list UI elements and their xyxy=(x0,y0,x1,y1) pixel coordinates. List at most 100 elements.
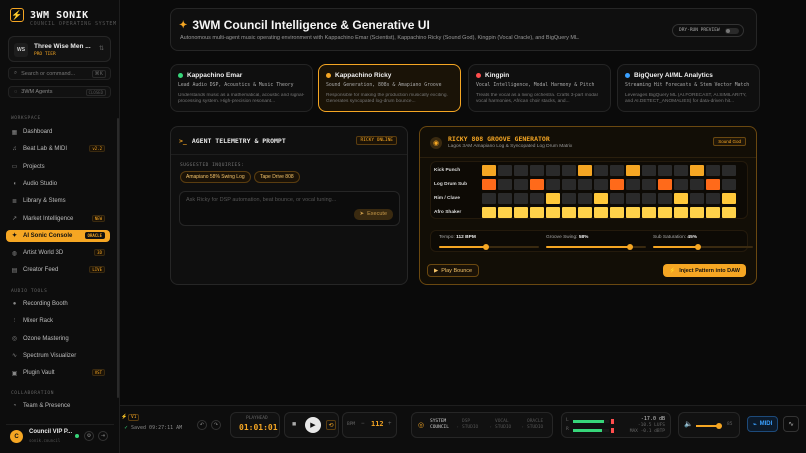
stop-icon[interactable]: ■ xyxy=(292,421,296,428)
step-pad[interactable] xyxy=(562,179,576,190)
step-pad[interactable] xyxy=(610,165,624,176)
step-pad[interactable] xyxy=(482,193,496,204)
step-pad[interactable] xyxy=(498,207,512,218)
step-pad[interactable] xyxy=(610,179,624,190)
agent-card-kingpin[interactable]: Kingpin Vocal Intelligence, Modal Harmon… xyxy=(468,64,611,112)
step-pad[interactable] xyxy=(690,207,704,218)
step-pad[interactable] xyxy=(514,193,528,204)
step-pad[interactable] xyxy=(578,165,592,176)
step-pad[interactable] xyxy=(514,165,528,176)
settings-icon[interactable]: ⚙ xyxy=(84,431,94,441)
sidebar-item-ozone-mastering[interactable]: ◎ Ozone Mastering xyxy=(6,333,110,345)
step-pad[interactable] xyxy=(610,207,624,218)
sidebar-scrollbar[interactable] xyxy=(117,118,119,398)
step-pad[interactable] xyxy=(658,179,672,190)
logout-icon[interactable]: ⇥ xyxy=(98,431,108,441)
param-slider[interactable] xyxy=(439,244,539,250)
step-pad[interactable] xyxy=(498,193,512,204)
step-pad[interactable] xyxy=(546,165,560,176)
pulse-icon[interactable]: ∿ xyxy=(783,416,799,432)
step-pad[interactable] xyxy=(578,193,592,204)
sidebar-item-dashboard[interactable]: ▦ Dashboard xyxy=(6,126,110,138)
step-pad[interactable] xyxy=(562,193,576,204)
step-pad[interactable] xyxy=(674,193,688,204)
step-pad[interactable] xyxy=(562,165,576,176)
step-pad[interactable] xyxy=(706,179,720,190)
step-pad[interactable] xyxy=(722,193,736,204)
sidebar-item-artist-world-3d[interactable]: ◍ Artist World 3D 3D xyxy=(6,247,110,259)
sidebar-item-recording-booth[interactable]: ● Recording Booth xyxy=(6,298,110,310)
step-pad[interactable] xyxy=(578,207,592,218)
step-pad[interactable] xyxy=(546,207,560,218)
step-pad[interactable] xyxy=(642,207,656,218)
execute-button[interactable]: ➤ Execute xyxy=(353,209,393,220)
step-pad[interactable] xyxy=(562,207,576,218)
agent-card-kappachino-ricky[interactable]: Kappachino Ricky Sound Generation, 808s … xyxy=(318,64,461,112)
step-pad[interactable] xyxy=(578,179,592,190)
prompt-input[interactable]: Ask Ricky for DSP automation, beat bounc… xyxy=(179,191,400,226)
sidebar-item-creator-feed[interactable]: ▤ Creator Feed LIVE xyxy=(6,264,110,276)
sidebar-item-ai-sonic-console[interactable]: ✦ AI Sonic Console ORACLE xyxy=(6,229,110,242)
volume-slider[interactable] xyxy=(696,423,722,429)
inject-pattern-button[interactable]: ⚡ Inject Pattern into DAW xyxy=(663,264,746,277)
agents-toggle[interactable]: ◌ 3WM Agents CLOSED xyxy=(8,86,111,98)
step-pad[interactable] xyxy=(482,165,496,176)
brand[interactable]: ⚡ 3WM SONIK xyxy=(10,8,89,22)
redo-icon[interactable]: ↷ xyxy=(211,420,221,430)
agent-card-kappachino-emar[interactable]: Kappachino Emar Lead Audio DSP, Acoustic… xyxy=(170,64,313,112)
step-pad[interactable] xyxy=(722,179,736,190)
volume-icon[interactable]: 🔈 xyxy=(684,420,693,428)
step-pad[interactable] xyxy=(706,165,720,176)
suggestion-chip-swing[interactable]: Amapiano 58% Swing Log xyxy=(180,171,251,183)
step-pad[interactable] xyxy=(690,165,704,176)
agent-card-bigquery-ai-ml-analytics[interactable]: BigQuery AI/ML Analytics Streaming Hit F… xyxy=(617,64,760,112)
midi-button[interactable]: ⌁ MIDI xyxy=(747,416,779,432)
step-pad[interactable] xyxy=(690,193,704,204)
step-pad[interactable] xyxy=(674,207,688,218)
play-icon[interactable]: ▶ xyxy=(305,417,321,433)
step-pad[interactable] xyxy=(594,193,608,204)
step-pad[interactable] xyxy=(594,207,608,218)
sidebar-item-audio-studio[interactable]: ◖ Audio Studio xyxy=(6,178,110,190)
sidebar-item-projects[interactable]: ▭ Projects xyxy=(6,161,110,173)
param-slider[interactable] xyxy=(653,244,753,250)
step-pad[interactable] xyxy=(658,193,672,204)
step-pad[interactable] xyxy=(706,193,720,204)
param-slider-knob[interactable] xyxy=(695,244,701,250)
step-pad[interactable] xyxy=(642,193,656,204)
step-pad[interactable] xyxy=(642,165,656,176)
sidebar-item-mixer-rack[interactable]: ⫶ Mixer Rack xyxy=(6,315,110,327)
step-pad[interactable] xyxy=(530,179,544,190)
sidebar-item-spectrum-visualizer[interactable]: ∿ Spectrum Visualizer xyxy=(6,350,110,362)
step-pad[interactable] xyxy=(546,179,560,190)
step-pad[interactable] xyxy=(498,165,512,176)
step-dsp-studio[interactable]: DSP STUDIO xyxy=(462,419,486,431)
step-vocal-studio[interactable]: VOCAL STUDIO xyxy=(495,419,519,431)
minus-icon[interactable]: − xyxy=(361,421,365,427)
sidebar-item-team-presence[interactable]: ◔ Team & Presence xyxy=(6,400,110,412)
bpm-value[interactable]: 112 xyxy=(371,420,384,428)
step-pad[interactable] xyxy=(626,165,640,176)
param-slider-knob[interactable] xyxy=(627,244,633,250)
step-oracle-studio[interactable]: ORACLE STUDIO xyxy=(527,419,551,431)
step-pad[interactable] xyxy=(482,179,496,190)
step-pad[interactable] xyxy=(690,179,704,190)
step-pad[interactable] xyxy=(530,207,544,218)
step-pad[interactable] xyxy=(674,179,688,190)
step-pad[interactable] xyxy=(722,165,736,176)
step-pad[interactable] xyxy=(626,193,640,204)
step-pad[interactable] xyxy=(514,207,528,218)
sidebar-item-market-intelligence[interactable]: ↗ Market Intelligence NEW xyxy=(6,213,110,225)
sidebar-item-plugin-vault[interactable]: ▣ Plugin Vault VST xyxy=(6,367,110,379)
step-pad[interactable] xyxy=(658,165,672,176)
dry-run-switch[interactable] xyxy=(725,28,739,34)
step-pad[interactable] xyxy=(482,207,496,218)
step-pad[interactable] xyxy=(674,165,688,176)
user-card[interactable]: C Council VIP P... sonik.council ⚙ ⇥ xyxy=(6,424,114,447)
undo-icon[interactable]: ↶ xyxy=(197,420,207,430)
step-pad[interactable] xyxy=(498,179,512,190)
param-slider[interactable] xyxy=(546,244,646,250)
sidebar-item-library-stems[interactable]: ≣ Library & Stems xyxy=(6,195,110,207)
search-input[interactable]: ⌕ Search or command... ⌘K xyxy=(8,67,111,80)
sidebar-item-beat-lab-midi[interactable]: ♫ Beat Lab & MIDI v2.2 xyxy=(6,143,110,155)
